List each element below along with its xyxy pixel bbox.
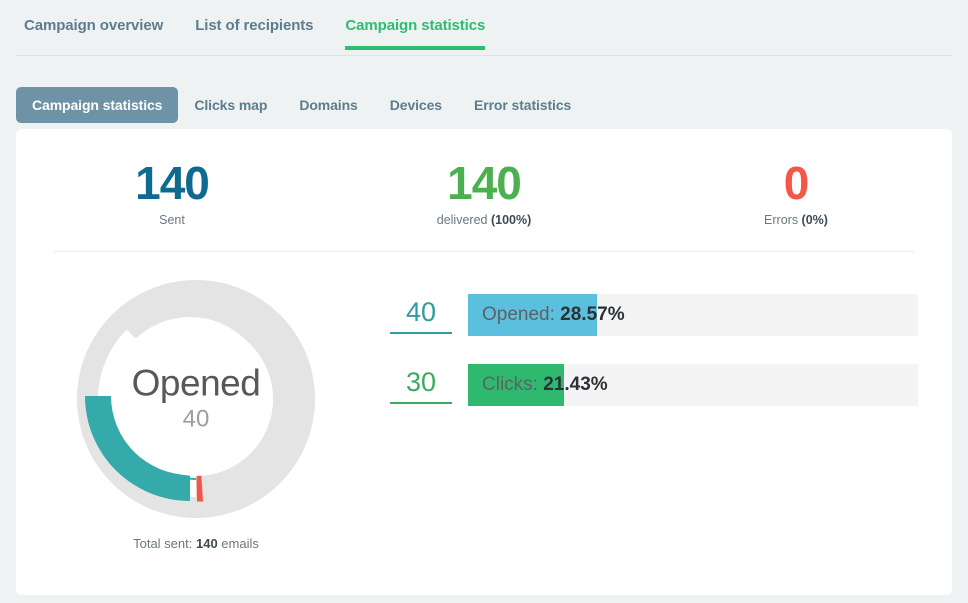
kpi-delivered-value: 140 — [447, 157, 522, 209]
kpi-sent-label-text: Sent — [159, 213, 185, 228]
kpi-errors: 0 Errors (0%) — [640, 157, 952, 228]
clicks-bar-label-prefix: Clicks: — [482, 374, 544, 396]
tab-label: Campaign statistics — [345, 17, 486, 34]
subtab-campaign-statistics[interactable]: Campaign statistics — [16, 87, 179, 123]
bar-row-opened: 40 Opened: 28.57% — [390, 294, 918, 337]
donut-column: Opened 40 Total sent: 140 emails — [16, 274, 376, 551]
subtab-label: Error statistics — [473, 97, 572, 113]
kpi-errors-label: Errors (0%) — [640, 213, 952, 227]
donut-caption-prefix: Total sent: — [133, 536, 196, 552]
clicks-bar-track[interactable]: Clicks: 21.43% — [468, 364, 918, 407]
donut-caption-suffix: emails — [217, 536, 259, 552]
kpi-delivered-label: delivered (100%) — [328, 213, 640, 227]
tab-list-of-recipients[interactable]: List of recipients — [195, 0, 313, 50]
tab-campaign-statistics[interactable]: Campaign statistics — [345, 0, 485, 50]
secondary-tab-bar: Campaign statistics Clicks map Domains D… — [0, 56, 968, 129]
opened-count[interactable]: 40 — [390, 297, 452, 334]
bar-row-clicks: 30 Clicks: 21.43% — [390, 364, 918, 407]
chart-area: Opened 40 Total sent: 140 emails 40 Open… — [16, 252, 952, 551]
clicks-bar-label-value: 21.43% — [543, 374, 608, 396]
kpi-delivered-label-bold: (100%) — [490, 213, 532, 228]
donut-hole — [119, 322, 273, 477]
subtab-error-statistics[interactable]: Error statistics — [458, 87, 587, 123]
kpi-sent: 140 Sent — [16, 157, 328, 228]
kpi-sent-value: 140 — [135, 157, 210, 209]
subtab-label: Devices — [389, 97, 442, 113]
donut-chart[interactable]: Opened 40 — [71, 274, 321, 524]
clicks-bar-label: Clicks: 21.43% — [468, 374, 608, 396]
tab-label: List of recipients — [195, 17, 314, 34]
tab-label: Campaign overview — [24, 17, 164, 34]
donut-caption: Total sent: 140 emails — [133, 536, 259, 551]
statistics-card: 140 Sent 140 delivered (100%) 0 Errors (… — [16, 129, 952, 595]
kpi-delivered: 140 delivered (100%) — [328, 157, 640, 228]
clicks-count[interactable]: 30 — [390, 367, 452, 404]
bars-column: 40 Opened: 28.57% 30 Clicks: 21.43% — [376, 274, 952, 551]
kpi-errors-label-bold: (0%) — [801, 213, 828, 228]
subtab-label: Campaign statistics — [32, 97, 163, 113]
subtab-domains[interactable]: Domains — [283, 87, 373, 123]
subtab-label: Domains — [299, 97, 358, 113]
kpi-row: 140 Sent 140 delivered (100%) 0 Errors (… — [16, 129, 952, 228]
subtab-label: Clicks map — [194, 97, 268, 113]
subtab-devices[interactable]: Devices — [374, 87, 458, 123]
donut-chart-svg — [77, 280, 315, 519]
kpi-errors-value: 0 — [783, 157, 810, 209]
kpi-delivered-label-text: delivered — [436, 213, 491, 228]
opened-bar-label: Opened: 28.57% — [468, 304, 625, 326]
primary-tab-bar: Campaign overview List of recipients Cam… — [0, 0, 968, 56]
opened-bar-label-value: 28.57% — [560, 304, 625, 326]
donut-caption-value: 140 — [195, 536, 218, 552]
subtab-clicks-map[interactable]: Clicks map — [178, 87, 283, 123]
tab-campaign-overview[interactable]: Campaign overview — [24, 0, 163, 50]
kpi-errors-label-text: Errors — [764, 213, 802, 228]
kpi-sent-label: Sent — [16, 213, 328, 227]
opened-bar-track[interactable]: Opened: 28.57% — [468, 294, 918, 337]
opened-bar-label-prefix: Opened: — [482, 304, 561, 326]
